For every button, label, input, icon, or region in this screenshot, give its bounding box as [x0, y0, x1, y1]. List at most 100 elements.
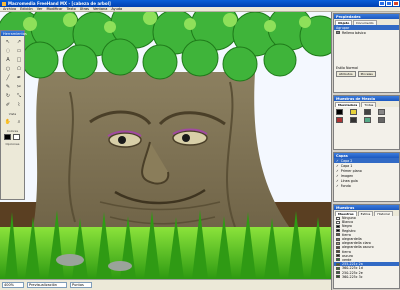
scale-tool-icon[interactable]: ⤡: [14, 92, 24, 100]
layer-label: Capa 1: [340, 163, 353, 168]
line-tool-icon[interactable]: ╱: [3, 74, 13, 82]
visibility-check-icon[interactable]: ✓: [336, 169, 339, 173]
fill-row[interactable]: Relleno básico: [334, 30, 399, 35]
mixer-swatch[interactable]: [350, 109, 357, 115]
menu-modificar[interactable]: Modificar: [46, 7, 62, 11]
visibility-check-icon[interactable]: ✓: [336, 164, 339, 168]
swatch-chip: [336, 254, 340, 258]
window-title: Macromedia FreeHand MX - [cabeza de arbo…: [8, 1, 111, 6]
menu-ayuda[interactable]: Ayuda: [111, 7, 122, 11]
ellipse-tool-icon[interactable]: ○: [3, 65, 13, 73]
swatch-chip: [336, 262, 340, 266]
eyedropper-tool-icon[interactable]: ✐: [3, 101, 13, 109]
layer-label: Fondo: [340, 183, 351, 188]
polygon-tool-icon[interactable]: ⬠: [14, 65, 24, 73]
menu-edicion[interactable]: Edición: [20, 7, 33, 11]
swatch-chip: [336, 229, 340, 233]
zoom-field[interactable]: 400%: [2, 282, 24, 288]
stroke-color-swatch[interactable]: [4, 134, 11, 140]
tree-face-illustration: [0, 12, 331, 279]
swatch-label: 360-225c 3c: [342, 274, 363, 279]
tab-document[interactable]: Documento: [353, 20, 377, 25]
app-icon: [2, 1, 6, 6]
swatch-chip: [336, 237, 340, 241]
tools-panel-title: Herramientas: [1, 31, 27, 36]
layer-label: Imagen: [340, 173, 354, 178]
layer-row[interactable]: ✓ Fondo: [334, 183, 399, 188]
close-button[interactable]: [393, 1, 399, 6]
view-mode-select[interactable]: Previsualización: [27, 282, 67, 288]
subselect-tool-icon[interactable]: ↗: [14, 38, 24, 46]
layer-label: Capa 2: [340, 158, 353, 163]
swatch-chip: [336, 233, 340, 237]
swatch-chip: [336, 275, 340, 279]
color-list: Ninguno Blanco Negro Registro tierra alegrard…: [334, 216, 399, 279]
text-tool-icon[interactable]: A: [3, 56, 13, 64]
lasso-tool-icon[interactable]: ◌: [3, 47, 13, 55]
pen-tool-icon[interactable]: ✒: [14, 74, 24, 82]
layers-list: ✓ Capa 2 ✓ Capa 1 ✓ Primer plano ✓ Imagen ✓ Línea…: [334, 158, 399, 188]
pointer-tool-icon[interactable]: ↖: [3, 38, 13, 46]
swatch-chip: [336, 241, 340, 245]
menu-archivo[interactable]: Archivo: [3, 7, 16, 11]
mixer-panel: Muestras de Mezcla Mezcladora Tintas: [333, 95, 400, 150]
tab-history[interactable]: Historial: [374, 211, 393, 216]
attributes-button[interactable]: Atributos: [336, 71, 356, 77]
brushes-button[interactable]: Pinceles: [357, 71, 376, 77]
mixer-swatch[interactable]: [350, 117, 357, 123]
mixer-swatch[interactable]: [336, 117, 343, 123]
tab-object[interactable]: Objeto: [335, 20, 353, 25]
menu-xtras[interactable]: Xtras: [80, 7, 89, 11]
swatch-chip: [336, 266, 340, 270]
swatch-chip: [336, 271, 340, 275]
menu-ventana[interactable]: Ventana: [93, 7, 107, 11]
hand-tool-icon[interactable]: ✋: [3, 118, 13, 126]
fill-label: Relleno básico: [342, 30, 366, 35]
zoom-tool-icon[interactable]: ⌕: [14, 118, 24, 126]
right-panel-dock: Propiedades Objeto Documento Agrupar Rel…: [331, 12, 400, 290]
fill-color-swatch[interactable]: [13, 134, 20, 140]
mixer-swatch[interactable]: [364, 109, 371, 115]
page-tool-icon[interactable]: ▭: [14, 47, 24, 55]
tools-section-options: Opciones: [5, 142, 20, 146]
mixer-swatch[interactable]: [364, 117, 371, 123]
rectangle-tool-icon[interactable]: □: [14, 56, 24, 64]
window-controls: [379, 1, 400, 6]
swatch-row[interactable]: 360-225c 3c: [334, 275, 399, 279]
drawing-canvas[interactable]: [0, 12, 331, 279]
status-bar: 400% Previsualización Puntos: [0, 279, 331, 290]
mixer-swatch[interactable]: [378, 109, 385, 115]
rotate-tool-icon[interactable]: ↻: [3, 92, 13, 100]
mixer-swatch[interactable]: [378, 117, 385, 123]
swatches-panel: Muestras Muestras Estilos Historial Ning…: [333, 204, 400, 289]
trace-tool-icon[interactable]: ⌇: [14, 101, 24, 109]
maximize-button[interactable]: [386, 1, 392, 6]
layer-label: Primer plano: [340, 168, 362, 173]
swatch-chip: [336, 245, 340, 249]
tab-mixer[interactable]: Mezcladora: [335, 102, 361, 107]
mixer-swatch[interactable]: [336, 109, 343, 115]
pencil-tool-icon[interactable]: ✎: [3, 83, 13, 91]
knife-tool-icon[interactable]: ✂: [14, 83, 24, 91]
visibility-check-icon[interactable]: ✓: [336, 174, 339, 178]
menu-ver[interactable]: Ver: [37, 7, 43, 11]
layers-panel: Capas ✓ Capa 2 ✓ Capa 1 ✓ Primer plano ✓ Imagen…: [333, 152, 400, 202]
properties-panel: Propiedades Objeto Documento Agrupar Rel…: [333, 13, 400, 93]
swatch-chip: [336, 220, 340, 224]
menu-texto[interactable]: Texto: [67, 7, 76, 11]
swatch-chip: [336, 250, 340, 254]
tab-styles[interactable]: Estilos: [357, 211, 374, 216]
swatch-chip: [336, 216, 340, 220]
visibility-check-icon[interactable]: ✓: [336, 179, 339, 183]
swatch-chip: [336, 258, 340, 262]
fill-chip: [336, 31, 340, 34]
tab-tints[interactable]: Tintas: [361, 102, 377, 107]
swatch-chip: [336, 224, 340, 228]
visibility-check-icon[interactable]: ✓: [336, 184, 339, 188]
minimize-button[interactable]: [379, 1, 385, 6]
layer-label: Línea guía: [340, 178, 358, 183]
title-bar: Macromedia FreeHand MX - [cabeza de arbo…: [0, 0, 400, 7]
visibility-check-icon[interactable]: ✓: [336, 159, 339, 163]
units-select[interactable]: Puntos: [70, 282, 92, 288]
tools-panel: Herramientas ↖ ↗ ◌ ▭ A □ ○ ⬠ ╱ ✒ ✎ ✂ ↻ ⤡…: [0, 30, 27, 200]
